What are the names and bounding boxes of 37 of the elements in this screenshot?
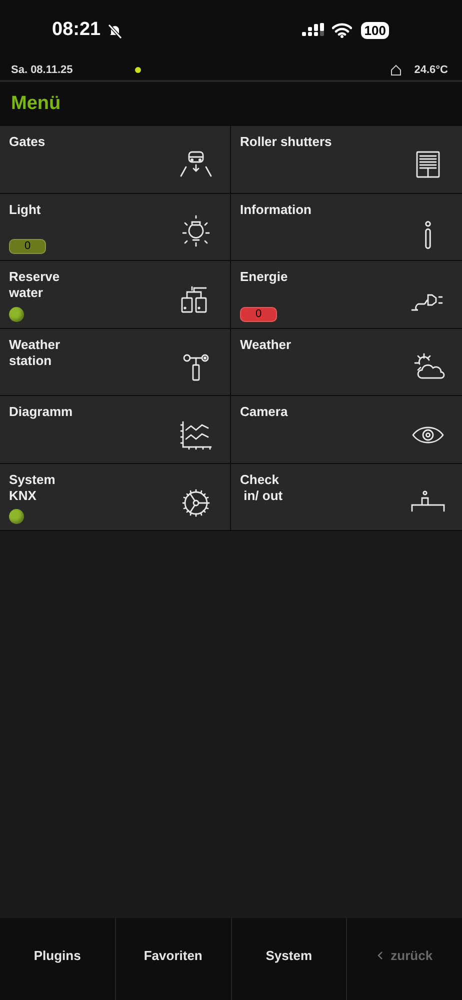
menu-tile[interactable]: Reserve water [0, 261, 230, 328]
clock-time: 08:21 [52, 19, 101, 41]
page-title: Menü [11, 92, 61, 114]
chevron-left-icon [376, 951, 383, 960]
tile-title: Camera [240, 404, 288, 420]
counter-badge: 0 [240, 306, 277, 322]
tile-title: Check in/ out [240, 472, 283, 504]
menu-tile[interactable]: Check in/ out [231, 464, 462, 530]
menu-tile[interactable]: Information [231, 194, 462, 260]
info-icon [425, 220, 431, 249]
menu-tile[interactable]: Diagramm [0, 396, 230, 462]
tile-title: Light [9, 202, 41, 218]
date-text: Sa. 08.11.25 [11, 64, 74, 76]
menu-tile[interactable]: Roller shutters [231, 126, 462, 192]
tile-title: Weather station [9, 336, 60, 368]
tile-title: Energie [240, 269, 288, 285]
muted-bell-icon [106, 23, 123, 39]
menu-tile[interactable]: Weather [231, 328, 462, 395]
wifi-icon [332, 22, 352, 38]
tile-title: Reserve water [9, 269, 60, 301]
menu-tile[interactable]: Camera [231, 396, 462, 462]
temperature-text: 24.6°C [414, 64, 448, 76]
tile-title: Roller shutters [240, 134, 332, 150]
counter-badge: 0 [9, 239, 46, 254]
battery-level: 100 [361, 22, 389, 38]
menu-tile[interactable]: Energie 0 [231, 261, 462, 328]
menu-tile[interactable]: System KNX [0, 464, 230, 530]
tile-title: Information [240, 202, 312, 218]
tile-title: Weather [240, 336, 292, 352]
menu-tile[interactable]: Weather station [0, 328, 230, 395]
tile-title: Diagramm [9, 404, 73, 420]
signal-icon [302, 23, 326, 37]
tile-title: System KNX [9, 472, 56, 504]
menu-tile[interactable]: Light 0 [0, 194, 230, 260]
house-icon [390, 64, 402, 76]
menu-tile[interactable]: Gates [0, 126, 230, 192]
tile-title: Gates [9, 134, 46, 150]
